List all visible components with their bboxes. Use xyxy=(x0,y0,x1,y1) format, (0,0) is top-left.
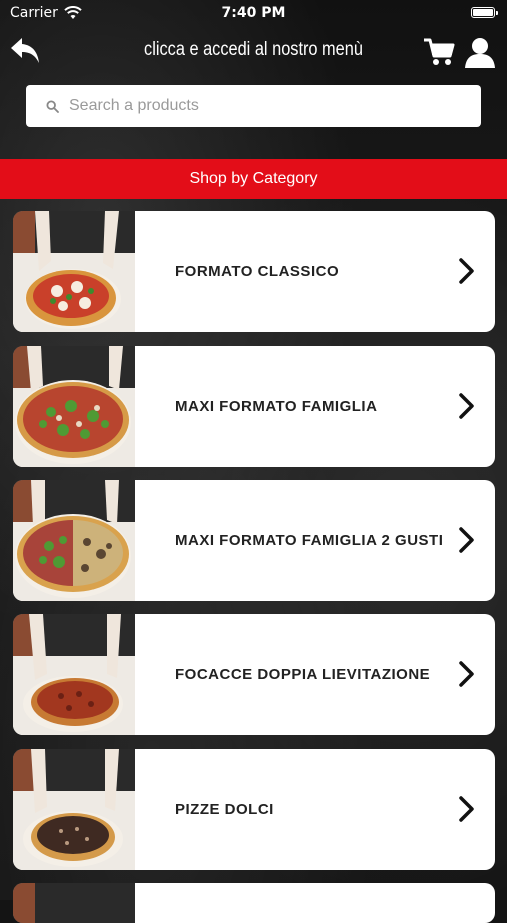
category-card-pizze-dolci[interactable]: PIZZE DOLCI xyxy=(13,749,495,870)
search-input[interactable] xyxy=(67,96,481,116)
back-arrow-icon[interactable] xyxy=(8,34,44,68)
chevron-right-icon xyxy=(459,661,474,687)
app-header: clicca e accedi al nostro menù xyxy=(0,28,507,76)
category-label: FOCACCE DOPPIA LIEVITAZIONE xyxy=(175,666,431,683)
header-title: clicca e accedi al nostro menù xyxy=(144,39,363,60)
category-label: PIZZE DOLCI xyxy=(175,801,274,818)
category-card-formato-classico[interactable]: FORMATO CLASSICO xyxy=(13,211,495,332)
category-label: MAXI FORMATO FAMIGLIA 2 GUSTI xyxy=(175,532,444,549)
category-label: FORMATO CLASSICO xyxy=(175,263,340,280)
battery-icon xyxy=(471,7,498,18)
category-label: MAXI FORMATO FAMIGLIA xyxy=(175,398,378,415)
user-icon[interactable] xyxy=(463,35,497,69)
category-card-focacce-doppia-lievitazione[interactable]: FOCACCE DOPPIA LIEVITAZIONE xyxy=(13,614,495,735)
pizza-thumbnail xyxy=(13,211,135,332)
pizza-thumbnail xyxy=(13,883,135,923)
pizza-thumbnail xyxy=(13,480,135,601)
category-card-maxi-formato-famiglia[interactable]: MAXI FORMATO FAMIGLIA xyxy=(13,346,495,467)
pizza-thumbnail xyxy=(13,346,135,467)
chevron-right-icon xyxy=(459,796,474,822)
status-bar: Carrier 7:40 PM xyxy=(0,0,507,28)
search-bar[interactable] xyxy=(26,85,481,127)
search-icon xyxy=(46,99,59,113)
shop-by-category-bar: Shop by Category xyxy=(0,159,507,199)
cart-icon[interactable] xyxy=(422,36,456,68)
chevron-right-icon xyxy=(459,527,474,553)
chevron-right-icon xyxy=(459,393,474,419)
status-time: 7:40 PM xyxy=(221,5,286,21)
pizza-thumbnail xyxy=(13,614,135,735)
category-card-partial[interactable] xyxy=(13,883,495,923)
pizza-thumbnail xyxy=(13,749,135,870)
category-card-maxi-formato-famiglia-2-gusti[interactable]: MAXI FORMATO FAMIGLIA 2 GUSTI xyxy=(13,480,495,601)
chevron-right-icon xyxy=(459,258,474,284)
